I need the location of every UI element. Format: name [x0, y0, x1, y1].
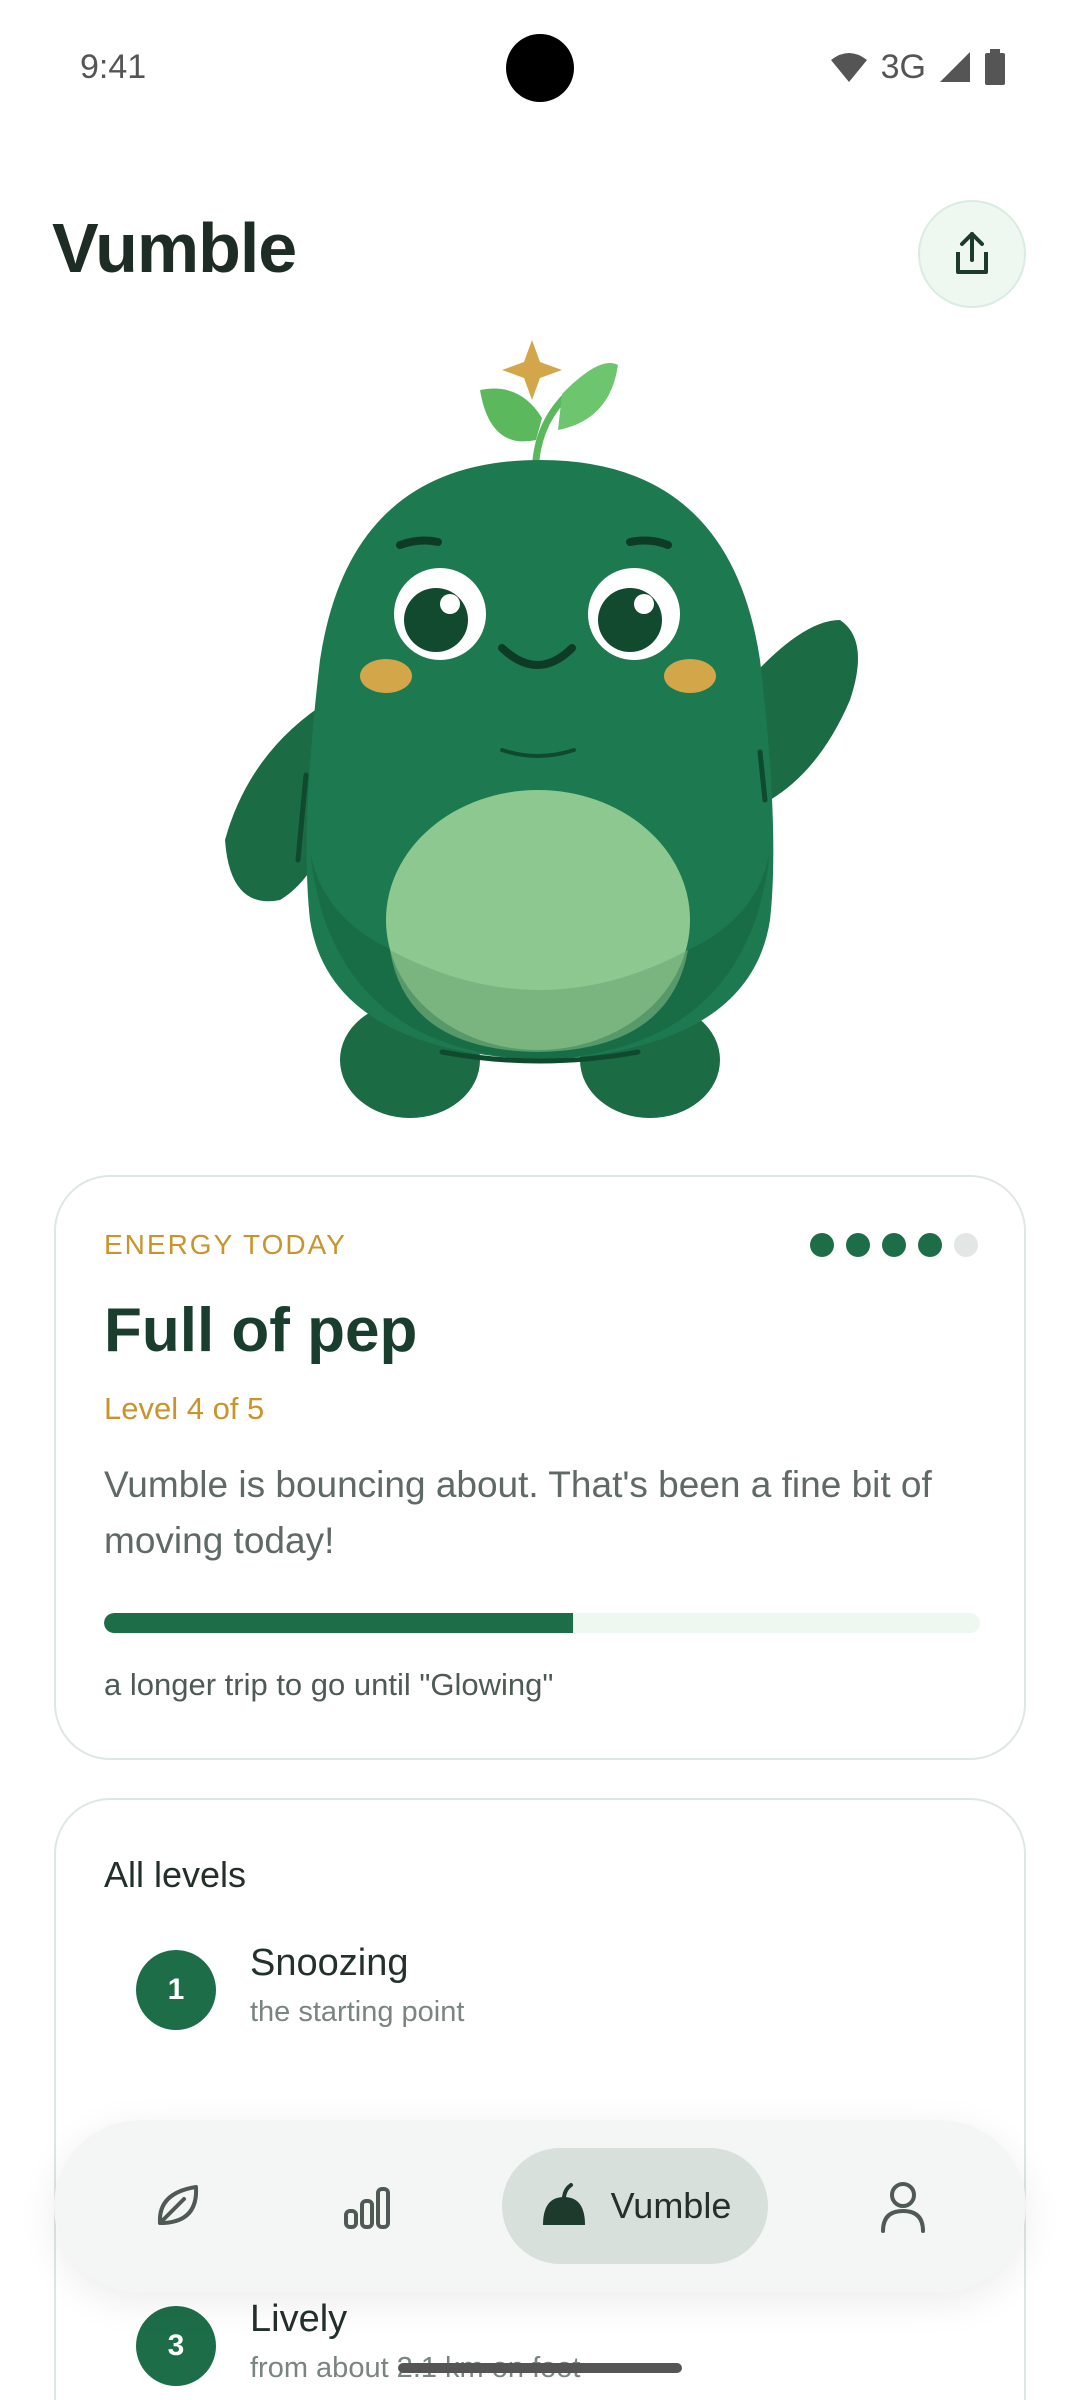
share-icon [956, 232, 988, 274]
level-dot [918, 1233, 942, 1257]
level-dot [882, 1233, 906, 1257]
levels-card: All levels 1 Snoozing the starting point… [54, 1798, 1026, 2400]
nav-vumble[interactable]: Vumble [502, 2148, 768, 2264]
signal-icon [940, 52, 970, 82]
list-item[interactable]: 3 Lively from about 2.1 km on foot [136, 2288, 956, 2398]
energy-level-text: Level 4 of 5 [104, 1391, 265, 1426]
energy-card: ENERGY TODAY Full of pep Level 4 of 5 Vu… [54, 1175, 1026, 1760]
level-number-badge: 3 [136, 2306, 216, 2386]
level-dot [846, 1233, 870, 1257]
nav-vumble-label: Vumble [610, 2185, 732, 2226]
level-dot [810, 1233, 834, 1257]
level-number-badge: 1 [136, 1950, 216, 2030]
nav-stats[interactable] [304, 2148, 430, 2264]
wifi-icon [830, 53, 867, 82]
level-dot-empty [954, 1233, 978, 1257]
share-button[interactable] [918, 200, 1026, 308]
status-icons: 3G [829, 44, 1006, 90]
nav-profile[interactable] [840, 2148, 966, 2264]
list-item[interactable]: 1 Snoozing the starting point [136, 1932, 956, 2042]
progress-note: a longer trip to go until "Glowing" [104, 1667, 554, 1702]
status-time: 9:41 [80, 48, 147, 86]
page-title: Vumble [52, 209, 297, 287]
bottom-nav: Vumble [54, 2120, 1026, 2292]
energy-description: Vumble is bouncing about. That's been a … [104, 1464, 932, 1561]
energy-heading: Full of pep [104, 1296, 418, 1365]
battery-icon [985, 49, 1005, 85]
camera-cutout [506, 34, 574, 102]
energy-progress-bar [104, 1613, 980, 1633]
level-name: Lively [250, 2298, 348, 2340]
network-type: 3G [880, 47, 926, 86]
level-dots [810, 1233, 978, 1257]
vumble-mascot-illustration [225, 340, 858, 1118]
gesture-handle[interactable] [398, 2363, 682, 2373]
level-name: Snoozing [250, 1942, 409, 1984]
bar-chart-icon [344, 2187, 390, 2229]
energy-eyebrow: ENERGY TODAY [104, 1229, 347, 1260]
sparkle-icon [502, 340, 562, 400]
nav-leaf[interactable] [114, 2148, 240, 2264]
levels-title: All levels [104, 1854, 247, 1895]
leaf-icon [157, 2185, 199, 2225]
sprout-icon [542, 2183, 585, 2225]
energy-progress-fill [104, 1613, 573, 1633]
person-icon [881, 2182, 925, 2233]
level-subtitle: the starting point [250, 1996, 465, 2028]
status-bar: 9:41 3G [0, 0, 1080, 136]
